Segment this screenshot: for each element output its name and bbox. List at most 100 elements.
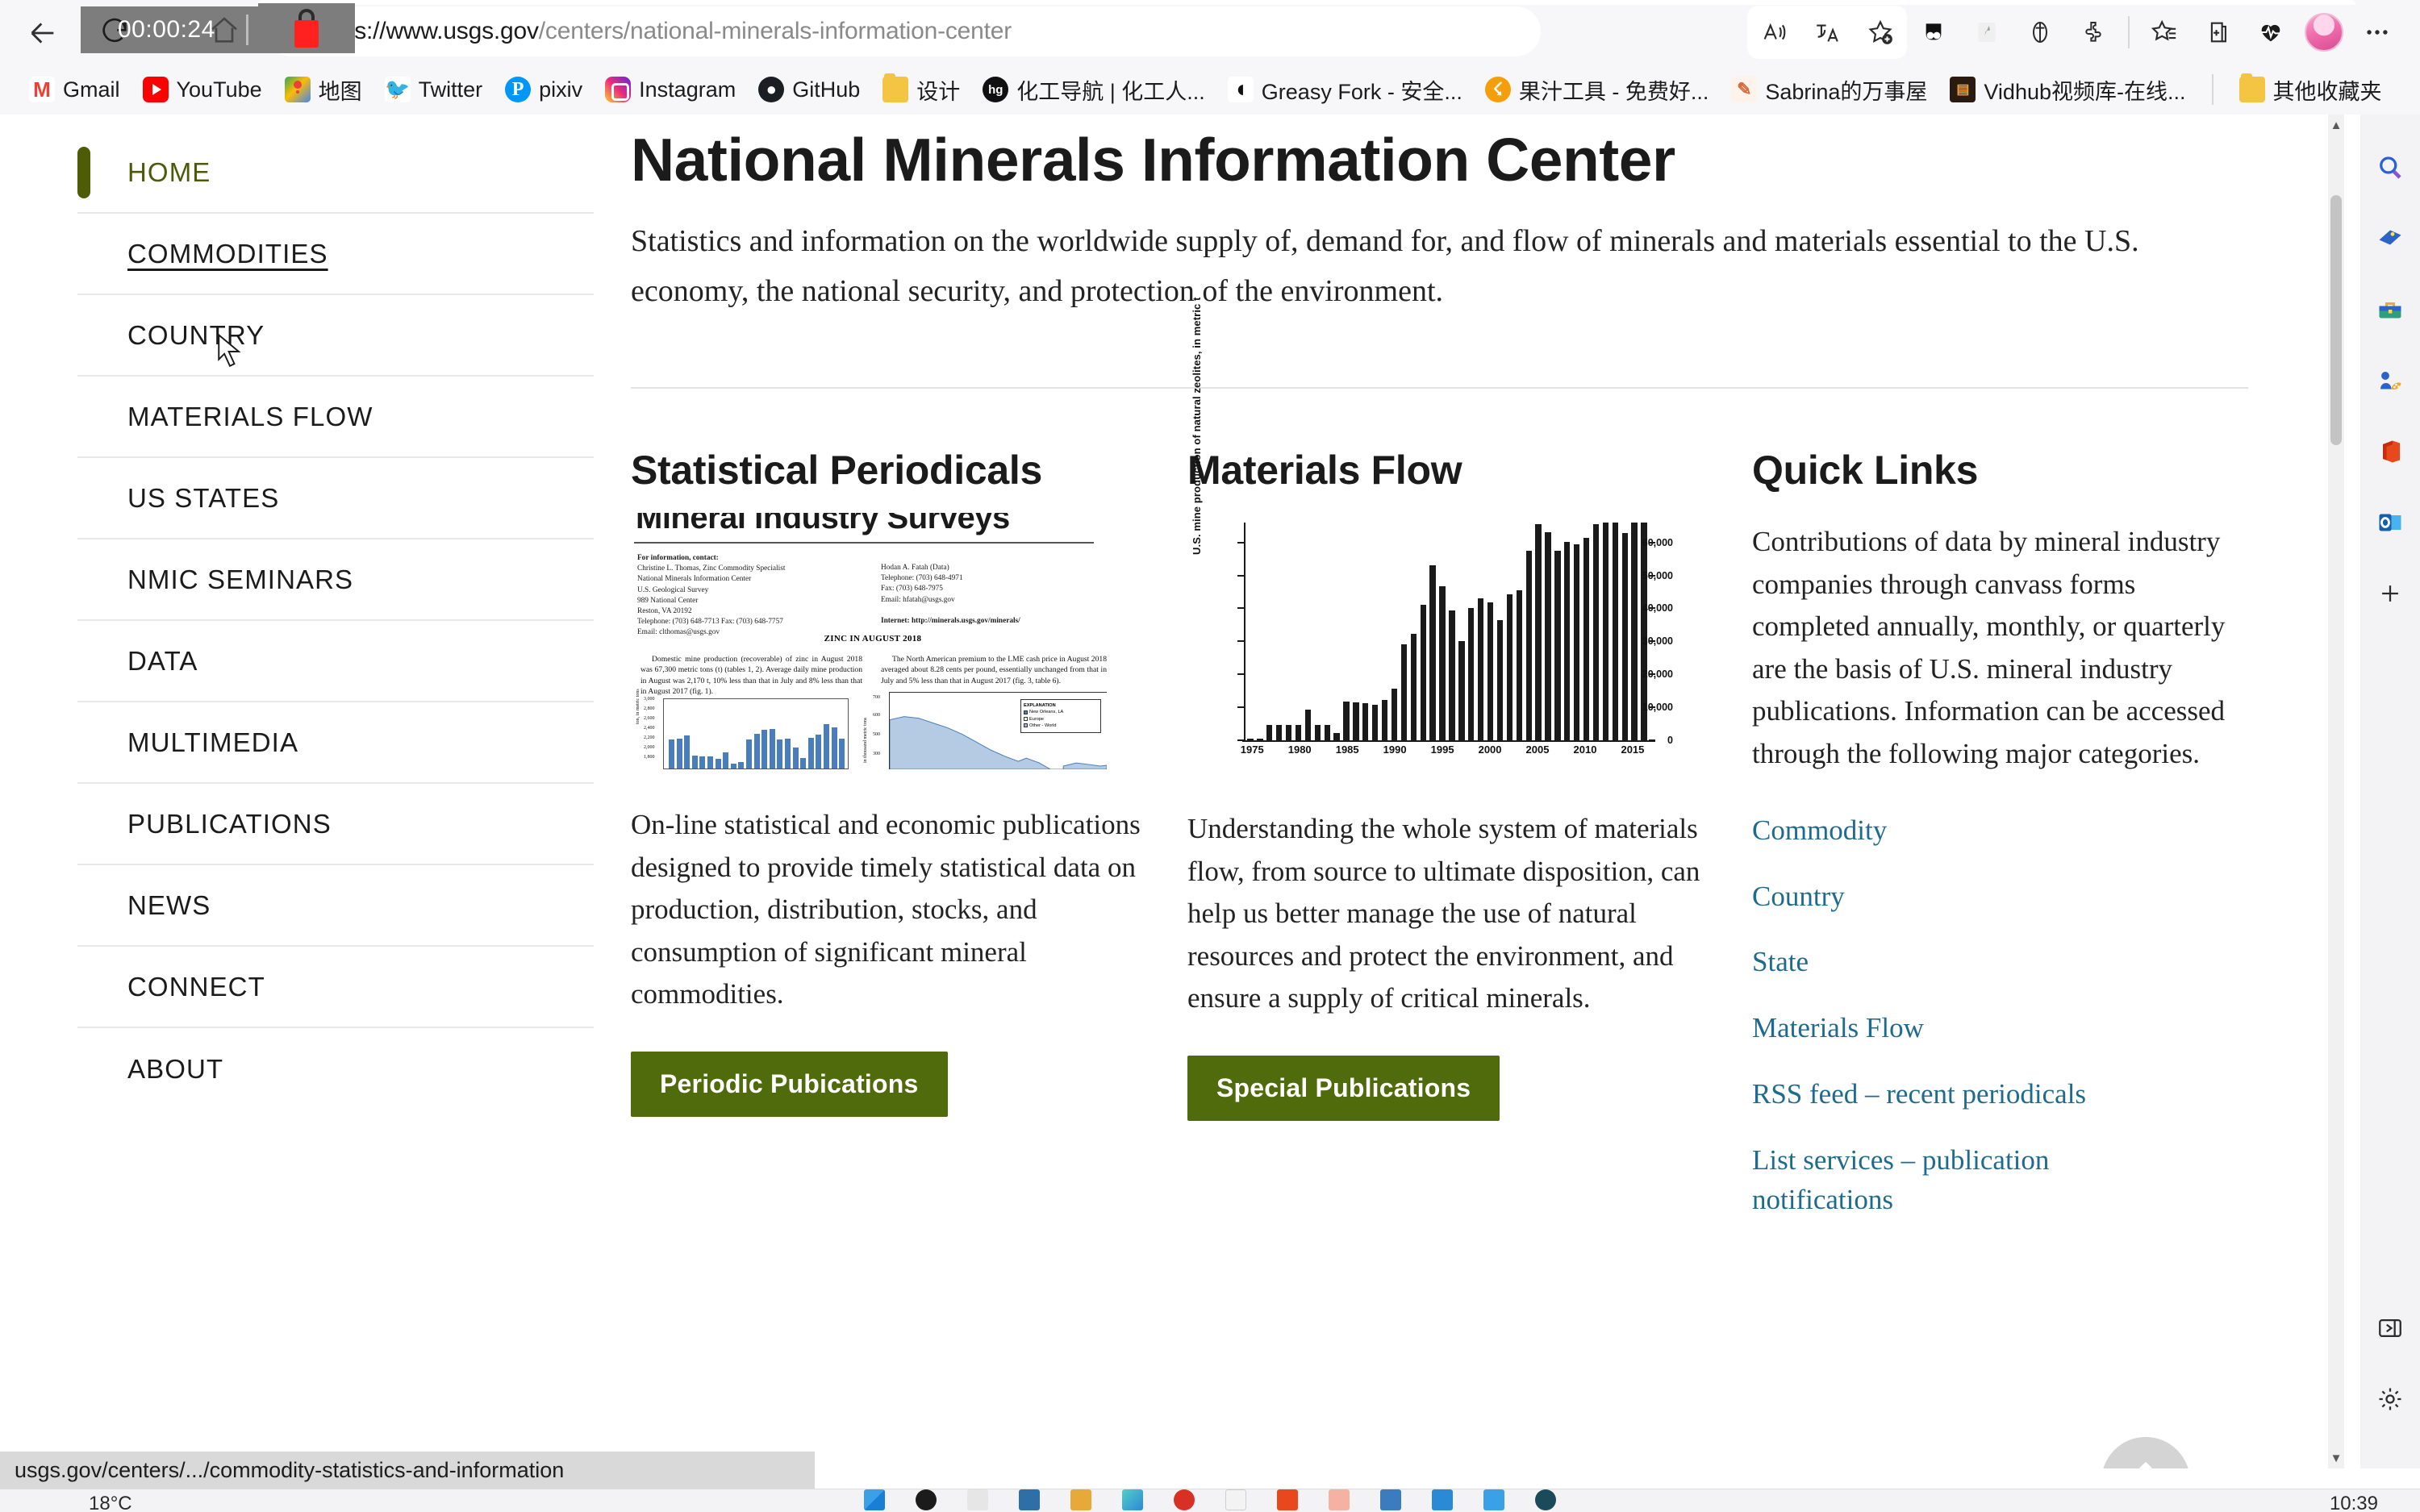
sidebar-item-label: MULTIMEDIA: [127, 727, 299, 757]
quick-link-country[interactable]: Country: [1752, 877, 2231, 917]
bookmark-item[interactable]: 🐦 Twitter: [373, 71, 494, 108]
tools-box-icon[interactable]: [2364, 274, 2416, 345]
bookmark-item[interactable]: ◖ Greasy Fork - 安全...: [1216, 71, 1474, 108]
quick-link-materials-flow[interactable]: Materials Flow: [1752, 1008, 2231, 1048]
taskbar-clock[interactable]: 10:39: [2330, 1493, 2378, 1512]
mis-fig3-ytick: 700: [873, 695, 880, 701]
bookmark-item[interactable]: ▤ Vidhub视频库-在线...: [1938, 71, 2197, 108]
sidebar-item-commodities[interactable]: COMMODITIES: [77, 214, 594, 295]
bookmark-item[interactable]: ☇ 果汁工具 - 免费好...: [1474, 71, 1721, 108]
taskbar-folder-icon[interactable]: [1070, 1489, 1091, 1510]
extension-dark-icon[interactable]: [1907, 6, 1960, 59]
address-bar[interactable]: https://www.usgs.gov/centers/national-mi…: [266, 6, 1541, 56]
scroll-to-top-button[interactable]: [2101, 1437, 2190, 1468]
taskbar-app-cyan-icon[interactable]: [1483, 1489, 1504, 1510]
scrollbar-down-arrow[interactable]: ▼: [2328, 1447, 2344, 1468]
quick-link-commodity[interactable]: Commodity: [1752, 810, 2231, 851]
sidebar-item-home[interactable]: HOME: [77, 132, 594, 214]
mis-fig1-bar: [839, 739, 845, 769]
sidebar-item-connect[interactable]: CONNECT: [77, 947, 594, 1028]
taskbar-acrobat-icon[interactable]: [1329, 1489, 1350, 1510]
periodic-publications-button[interactable]: Periodic Pubications: [631, 1051, 948, 1117]
bookmark-item[interactable]: Ppixiv: [494, 71, 594, 108]
column-materials-flow: Materials Flow U.S. mine production of n…: [1187, 298, 1752, 1246]
outlook-icon[interactable]: [2364, 487, 2416, 558]
sidebar-item-us-states[interactable]: US STATES: [77, 458, 594, 539]
search-icon[interactable]: [2364, 132, 2416, 203]
mineral-industry-surveys-thumbnail[interactable]: Mineral Industry Surveys For information…: [631, 513, 1115, 776]
favorites-icon[interactable]: [2138, 6, 2191, 59]
sidebar-item-data[interactable]: DATA: [77, 621, 594, 702]
sidebar-item-materials-flow[interactable]: MATERIALS FLOW: [77, 377, 594, 458]
bookmark-item[interactable]: Instagram: [594, 71, 747, 108]
chart-bar: [1391, 689, 1398, 741]
profile-avatar[interactable]: [2297, 6, 2351, 59]
chart-right-tick-mark: [1649, 541, 1655, 544]
mis-fig1-bar: [715, 759, 721, 769]
taskbar-app-light-icon[interactable]: [1225, 1489, 1246, 1510]
taskbar-start-icon[interactable]: [864, 1489, 885, 1510]
taskbar-app-blue-icon[interactable]: [1432, 1489, 1453, 1510]
bookmark-item[interactable]: 设计: [871, 71, 971, 108]
folder-icon: [2238, 73, 2265, 102]
shopping-tag-icon[interactable]: [2364, 203, 2416, 274]
column-statistical-periodicals: Statistical Periodicals Mineral Industry…: [631, 447, 1187, 1246]
translate-icon[interactable]: [1800, 6, 1854, 59]
add-favorite-icon[interactable]: [1854, 6, 1907, 59]
extension-cursor-icon[interactable]: [1960, 6, 2013, 59]
extension-shield-icon[interactable]: [2013, 6, 2067, 59]
mis-rule: [634, 542, 1094, 544]
bookmark-item[interactable]: YouTube: [131, 71, 273, 108]
sidebar-item-country[interactable]: COUNTRY: [77, 295, 594, 377]
zeolite-production-chart[interactable]: U.S. mine production of natural zeolites…: [1187, 298, 1679, 779]
add-plus-icon[interactable]: [2364, 558, 2416, 629]
taskbar-app-dark-icon[interactable]: [1535, 1489, 1556, 1510]
extensions-puzzle-icon[interactable]: [2067, 6, 2120, 59]
office-icon[interactable]: [2364, 416, 2416, 487]
settings-more-icon[interactable]: [2351, 6, 2404, 59]
chart-bar: [1564, 541, 1571, 741]
bookmark-other-folder[interactable]: 其他收藏夹: [2228, 71, 2393, 108]
mis-fig1-bar: [746, 739, 752, 769]
site-lock-badge[interactable]: [258, 3, 355, 53]
chart-bar: [1295, 725, 1302, 741]
bookmark-item[interactable]: M Gmail: [18, 71, 131, 108]
collections-icon[interactable]: [2191, 6, 2244, 59]
taskbar-explorer-icon[interactable]: [1019, 1489, 1040, 1510]
bookmark-item[interactable]: ✎ Sabrina的万事屋: [1720, 71, 1938, 108]
bookmark-item[interactable]: ● GitHub: [747, 71, 871, 108]
sidebar-item-publications[interactable]: PUBLICATIONS: [77, 784, 594, 865]
performance-icon[interactable]: [2244, 6, 2297, 59]
sidebar-item-news[interactable]: NEWS: [77, 865, 594, 947]
settings-gear-icon[interactable]: [2364, 1364, 2416, 1435]
page-scrollbar[interactable]: ▲ ▼: [2328, 115, 2344, 1468]
bookmark-item[interactable]: hg 化工导航 | 化工人...: [971, 71, 1216, 108]
scrollbar-up-arrow[interactable]: ▲: [2328, 115, 2344, 135]
quick-link-list-services[interactable]: List services – publication notification…: [1752, 1140, 2172, 1220]
column-heading: Quick Links: [1752, 448, 1979, 494]
games-palette-icon[interactable]: [2364, 345, 2416, 416]
sidebar-item-multimedia[interactable]: MULTIMEDIA: [77, 702, 594, 784]
taskbar-search-icon[interactable]: [916, 1489, 937, 1510]
bookmark-item[interactable]: 地图: [273, 71, 373, 108]
quick-link-state[interactable]: State: [1752, 942, 2231, 982]
expand-sidebar-icon[interactable]: [2364, 1293, 2416, 1364]
scrollbar-thumb[interactable]: [2330, 195, 2342, 445]
special-publications-button[interactable]: Special Publications: [1187, 1055, 1500, 1121]
chart-x-tick-label: 2000: [1478, 744, 1502, 756]
taskbar-weather[interactable]: 18°C: [89, 1493, 132, 1512]
sidebar-item-nmic-seminars[interactable]: NMIC SEMINARS: [77, 539, 594, 621]
taskbar-word-icon[interactable]: [1380, 1489, 1401, 1510]
mis-fig1-bar: [669, 739, 674, 769]
chart-bar: [1477, 598, 1484, 741]
read-aloud-icon[interactable]: [1747, 6, 1800, 59]
back-button[interactable]: [24, 15, 61, 52]
sidebar-item-about[interactable]: ABOUT: [77, 1028, 594, 1110]
taskbar-office-icon[interactable]: [1277, 1489, 1298, 1510]
mis-title: Mineral Industry Surveys: [636, 513, 1010, 536]
taskbar-app-red-icon[interactable]: [1174, 1489, 1195, 1510]
taskbar-edge-icon[interactable]: [1122, 1489, 1143, 1510]
taskbar-widgets-icon[interactable]: [967, 1489, 988, 1510]
mis-paragraph-left: Domestic mine production (recoverable) o…: [640, 655, 862, 696]
quick-link-rss-feed[interactable]: RSS feed – recent periodicals: [1752, 1074, 2231, 1114]
